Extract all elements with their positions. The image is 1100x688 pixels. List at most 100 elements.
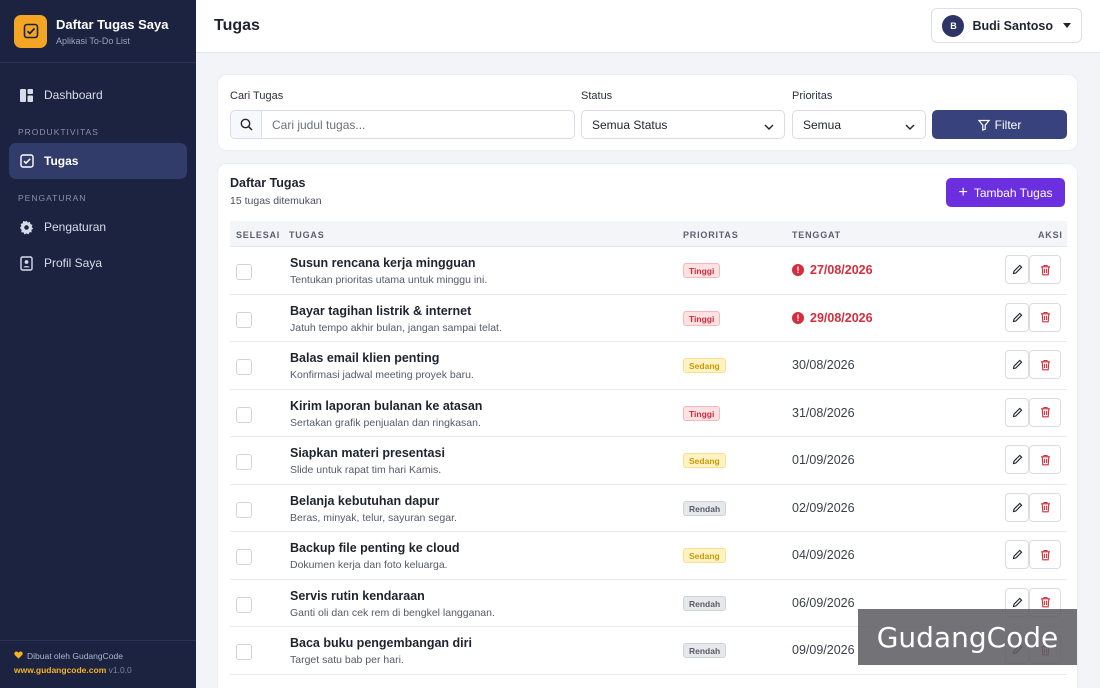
task-title: Kirim laporan bulanan ke atasan	[290, 398, 483, 413]
task-title: Balas email klien penting	[290, 351, 440, 365]
due-date: ! 27/08/2026	[792, 263, 873, 277]
pencil-icon	[1012, 549, 1022, 560]
id-card-icon	[19, 255, 34, 271]
table-row: Kirim laporan bulanan ke atasan Sertakan …	[230, 390, 1067, 437]
pencil-icon	[1012, 407, 1022, 417]
top-bar: Tugas B Budi Santoso	[196, 0, 1100, 53]
chevron-down-icon	[905, 120, 915, 134]
list-title: Daftar Tugas	[230, 176, 306, 190]
priority-badge: Sedang	[683, 548, 726, 563]
sidebar-item-settings[interactable]: Pengaturan	[9, 209, 187, 245]
sidebar-item-label: Dashboard	[44, 88, 103, 102]
sidebar-item-tasks[interactable]: Tugas	[9, 143, 187, 179]
due-date: 31/08/2026	[792, 406, 855, 420]
task-description: Target satu bab per hari.	[290, 654, 404, 666]
edit-button[interactable]	[1005, 540, 1029, 569]
sidebar-item-profile[interactable]: Profil Saya	[9, 245, 187, 281]
task-description: Slide untuk rapat tim hari Kamis.	[290, 464, 442, 476]
delete-button[interactable]	[1029, 492, 1061, 522]
due-date-value: 09/09/2026	[792, 643, 855, 657]
alert-icon: !	[792, 264, 804, 276]
priority-select[interactable]: Semua	[792, 110, 926, 139]
footer-version: v1.0.0	[108, 665, 132, 675]
delete-button[interactable]	[1029, 397, 1061, 427]
footer-site-link[interactable]: www.gudangcode.com	[14, 665, 106, 675]
task-title: Siapkan materi presentasi	[290, 446, 445, 460]
sidebar-item-label: Pengaturan	[44, 220, 107, 234]
sidebar-section-title: PENGATURAN	[18, 193, 87, 203]
footer-credit: Dibuat oleh GudangCode	[27, 651, 123, 661]
edit-button[interactable]	[1005, 302, 1029, 332]
trash-icon	[1040, 406, 1050, 418]
trash-icon	[1040, 264, 1050, 275]
priority-badge: Rendah	[683, 500, 727, 516]
pencil-icon	[1012, 502, 1022, 512]
page-title: Tugas	[214, 17, 260, 34]
done-checkbox[interactable]	[236, 501, 252, 518]
table-row: Susun rencana kerja mingguan Tentukan pri…	[230, 247, 1067, 295]
edit-button[interactable]	[1005, 492, 1029, 522]
brand: Daftar Tugas Saya Aplikasi To-Do List	[0, 0, 196, 63]
due-date: 30/08/2026	[792, 358, 855, 372]
column-header-priority: PRIORITAS	[683, 230, 739, 240]
due-date-value: 01/09/2026	[792, 453, 855, 467]
pencil-icon	[1012, 312, 1022, 322]
filter-button-label: Filter	[994, 117, 1022, 132]
due-date: ! 29/08/2026	[792, 311, 873, 325]
add-task-button[interactable]: + Tambah Tugas	[946, 178, 1065, 207]
edit-button[interactable]	[1005, 445, 1029, 474]
done-checkbox[interactable]	[236, 644, 252, 660]
priority-select-value: Semua	[803, 117, 842, 132]
table-row: Belanja kebutuhan dapur Beras, minyak, te…	[230, 485, 1067, 532]
priority-badge: Tinggi	[683, 263, 721, 278]
status-label: Status	[581, 90, 613, 102]
done-checkbox[interactable]	[236, 264, 252, 280]
filter-panel: Cari Tugas Status Semua Status Prioritas…	[217, 74, 1078, 151]
done-checkbox[interactable]	[236, 406, 252, 423]
user-name: Budi Santoso	[972, 18, 1053, 33]
task-description: Konfirmasi jadwal meeting proyek baru.	[290, 369, 474, 381]
search-input[interactable]	[262, 111, 574, 138]
task-title: Belanja kebutuhan dapur	[290, 493, 440, 508]
task-description: Sertakan grafik penjualan dan ringkasan.	[290, 416, 481, 429]
table-row: Balas email klien penting Konfirmasi jadw…	[230, 342, 1067, 390]
priority-badge: Tinggi	[683, 405, 721, 421]
priority-badge: Rendah	[683, 595, 727, 611]
status-select[interactable]: Semua Status	[581, 110, 785, 139]
delete-button[interactable]	[1029, 540, 1061, 569]
delete-button[interactable]	[1029, 445, 1061, 474]
caret-down-icon	[1063, 23, 1071, 28]
task-description: Jatuh tempo akhir bulan, jangan sampai t…	[290, 321, 502, 334]
sidebar-section-title: PRODUKTIVITAS	[18, 127, 99, 137]
due-date: 01/09/2026	[792, 453, 855, 467]
done-checkbox[interactable]	[236, 454, 252, 470]
list-count: 15 tugas ditemukan	[230, 195, 322, 207]
filter-button[interactable]: Filter	[932, 110, 1067, 139]
add-task-label: Tambah Tugas	[973, 185, 1053, 200]
pencil-icon	[1012, 264, 1022, 275]
done-checkbox[interactable]	[236, 359, 252, 375]
done-checkbox[interactable]	[236, 596, 252, 613]
delete-button[interactable]	[1029, 350, 1061, 379]
task-description: Beras, minyak, telur, sayuran segar.	[290, 511, 457, 524]
alert-icon: !	[792, 311, 804, 324]
column-header-actions: AKSI	[1038, 230, 1063, 240]
due-date: 09/09/2026	[792, 643, 855, 657]
table-row: Bayar tagihan listrik & internet Jatuh te…	[230, 295, 1067, 342]
done-checkbox[interactable]	[236, 549, 252, 565]
user-menu-button[interactable]: B Budi Santoso	[931, 8, 1082, 43]
sidebar-footer: Dibuat oleh GudangCode www.gudangcode.co…	[0, 640, 196, 688]
edit-button[interactable]	[1005, 255, 1029, 284]
table-header: SELESAI TUGAS PRIORITAS TENGGAT AKSI	[230, 221, 1067, 247]
search-label: Cari Tugas	[230, 90, 284, 102]
sidebar-item-dashboard[interactable]: Dashboard	[9, 77, 187, 113]
task-title: Servis rutin kendaraan	[290, 588, 425, 603]
edit-button[interactable]	[1005, 350, 1029, 379]
column-header-done: SELESAI	[236, 230, 281, 240]
delete-button[interactable]	[1029, 255, 1061, 284]
delete-button[interactable]	[1029, 302, 1061, 332]
plus-icon: +	[958, 183, 968, 201]
due-date-value: 27/08/2026	[810, 263, 873, 277]
edit-button[interactable]	[1005, 397, 1029, 427]
done-checkbox[interactable]	[236, 311, 252, 328]
